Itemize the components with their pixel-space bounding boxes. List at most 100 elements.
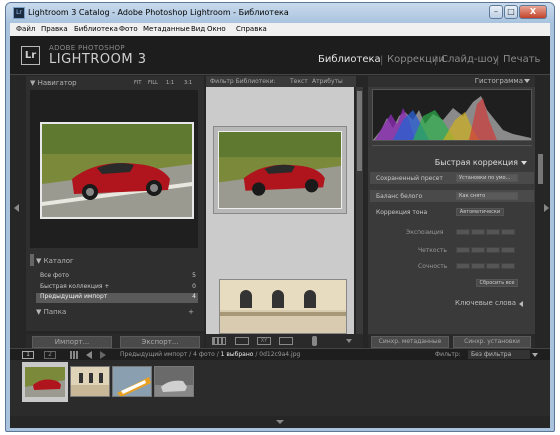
menu-edit[interactable]: Правка bbox=[41, 25, 68, 33]
menu-library[interactable]: Библиотека bbox=[74, 25, 118, 33]
grid-cell[interactable] bbox=[219, 279, 347, 334]
catalog-item-label: Предыдущий импорт bbox=[40, 293, 108, 300]
painter-icon[interactable] bbox=[312, 336, 317, 346]
grid-thumbnail bbox=[218, 131, 342, 209]
filmstrip-thumb-selected[interactable] bbox=[22, 362, 68, 402]
collapse-right-icon[interactable] bbox=[544, 204, 549, 212]
grid-icon[interactable] bbox=[70, 351, 78, 359]
vibrance-down[interactable] bbox=[471, 263, 485, 269]
keywords-header[interactable]: Ключевые слова bbox=[368, 298, 528, 309]
clarity-up-big[interactable] bbox=[501, 247, 515, 253]
navigator-header[interactable]: ▼ Навигатор FIT FILL 1:1 3:1 bbox=[30, 78, 198, 89]
catalog-item[interactable]: Все фото 5 bbox=[40, 272, 198, 279]
grid-scrollbar-thumb[interactable] bbox=[357, 91, 362, 171]
close-button[interactable]: X bbox=[519, 5, 547, 19]
collapse-triangle-icon: ▼ bbox=[36, 308, 44, 316]
catalog-item[interactable]: Быстрая коллекция + 0 bbox=[40, 283, 198, 290]
lightroom-workspace: Lr ADOBE PHOTOSHOP LIGHTROOM 3 Библиотек… bbox=[10, 36, 550, 428]
left-scrollbar[interactable] bbox=[30, 254, 34, 266]
import-button[interactable]: Импорт... bbox=[32, 336, 112, 348]
catalog-item-count: 5 bbox=[192, 272, 196, 279]
exposure-up-big[interactable] bbox=[501, 229, 515, 235]
quick-develop-header[interactable]: Быстрая коррекция bbox=[368, 157, 528, 169]
preset-select[interactable]: Установки по умо... bbox=[456, 174, 518, 182]
histogram-header[interactable]: Гистограмма bbox=[368, 76, 535, 87]
zoom-3-1[interactable]: 3:1 bbox=[184, 78, 192, 89]
folders-title: Папка bbox=[43, 308, 67, 316]
sync-metadata-button[interactable]: Синхр. метаданные bbox=[371, 336, 449, 348]
clarity-up[interactable] bbox=[486, 247, 500, 253]
expand-triangle-icon[interactable] bbox=[519, 301, 523, 307]
right-scrollbar[interactable] bbox=[538, 154, 543, 184]
histogram-title: Гистограмма bbox=[474, 77, 523, 85]
collapse-triangle-icon[interactable] bbox=[521, 161, 527, 165]
module-separator: | bbox=[434, 55, 438, 66]
collapse-bottom-icon[interactable] bbox=[276, 420, 284, 424]
vibrance-up[interactable] bbox=[486, 263, 500, 269]
filter-select[interactable]: Без фильтра bbox=[468, 350, 530, 359]
menu-file[interactable]: Файл bbox=[16, 25, 35, 33]
exposure-up[interactable] bbox=[486, 229, 500, 235]
toolbar-menu-icon[interactable] bbox=[346, 339, 352, 343]
vibrance-up-big[interactable] bbox=[501, 263, 515, 269]
catalog-item-label: Все фото bbox=[40, 272, 69, 279]
grid-view-icon[interactable] bbox=[212, 337, 226, 345]
exposure-down[interactable] bbox=[471, 229, 485, 235]
filter-dropdown-icon[interactable] bbox=[532, 353, 538, 357]
folders-header[interactable]: ▼ Папка + bbox=[36, 307, 198, 318]
vibrance-label: Сочность bbox=[418, 263, 448, 270]
compare-view-icon[interactable]: XY bbox=[257, 337, 271, 345]
grid-cell-selected[interactable] bbox=[213, 126, 347, 214]
catalog-item-selected[interactable]: Предыдущий импорт 4 bbox=[36, 293, 198, 303]
collapse-triangle-icon: ▼ bbox=[30, 79, 38, 87]
export-button[interactable]: Экспорт... bbox=[120, 336, 200, 348]
status-filename: / 0d12c9a4.jpg bbox=[253, 351, 301, 358]
navigator-photo[interactable] bbox=[40, 122, 194, 219]
menu-help[interactable]: Справка bbox=[236, 25, 267, 33]
keywords-title: Ключевые слова bbox=[455, 299, 516, 307]
screen-2-button[interactable]: 2 bbox=[44, 351, 56, 359]
vibrance-down-big[interactable] bbox=[456, 263, 470, 269]
zoom-1-1[interactable]: 1:1 bbox=[166, 78, 174, 89]
filter-tab-text[interactable]: Текст bbox=[290, 76, 308, 87]
module-header: Lr ADOBE PHOTOSHOP LIGHTROOM 3 Библиотек… bbox=[10, 36, 550, 75]
filmstrip-thumb[interactable] bbox=[154, 366, 194, 397]
menu-window[interactable]: Окно bbox=[207, 25, 226, 33]
filmstrip-thumb[interactable] bbox=[112, 366, 152, 397]
filmstrip-source[interactable]: Предыдущий импорт / 4 фото / 1 выбрано /… bbox=[120, 351, 300, 358]
menu-metadata[interactable]: Метаданные bbox=[143, 25, 190, 33]
collapse-triangle-icon[interactable] bbox=[524, 79, 530, 83]
catalog-item-label: Быстрая коллекция + bbox=[40, 283, 110, 290]
auto-tone-button[interactable]: Автоматически bbox=[456, 208, 504, 216]
catalog-header[interactable]: ▼ Каталог bbox=[36, 256, 198, 267]
filmstrip-thumb[interactable] bbox=[70, 366, 110, 397]
menu-photo[interactable]: Фото bbox=[119, 25, 138, 33]
navigator-title: Навигатор bbox=[37, 79, 77, 87]
zoom-fit[interactable]: FIT bbox=[134, 78, 141, 89]
survey-view-icon[interactable] bbox=[279, 337, 293, 345]
minimize-button[interactable]: – bbox=[489, 5, 503, 19]
module-library[interactable]: Библиотека bbox=[318, 54, 381, 65]
zoom-fill[interactable]: FILL bbox=[148, 78, 158, 89]
clarity-down-big[interactable] bbox=[456, 247, 470, 253]
loupe-view-icon[interactable] bbox=[235, 337, 249, 345]
reset-all-button[interactable]: Сбросить все bbox=[476, 279, 518, 287]
forward-arrow-icon[interactable] bbox=[100, 351, 106, 359]
add-folder-icon[interactable]: + bbox=[188, 307, 194, 318]
back-arrow-icon[interactable] bbox=[86, 351, 92, 359]
exposure-down-big[interactable] bbox=[456, 229, 470, 235]
menu-view[interactable]: Вид bbox=[191, 25, 205, 33]
maximize-button[interactable]: □ bbox=[504, 5, 518, 19]
lr-logo: Lr bbox=[21, 46, 40, 65]
module-slideshow[interactable]: Слайд-шоу bbox=[441, 54, 499, 65]
module-print[interactable]: Печать bbox=[503, 54, 540, 65]
library-filter-bar: Фильтр Библиотеки: Текст Атрибуты bbox=[206, 76, 356, 87]
catalog-title: Каталог bbox=[43, 257, 74, 265]
collapse-left-icon[interactable] bbox=[14, 204, 19, 212]
menu-bar: Файл Правка Библиотека Фото Метаданные В… bbox=[10, 23, 550, 36]
filter-tab-attributes[interactable]: Атрибуты bbox=[312, 76, 343, 87]
white-balance-select[interactable]: Как снято bbox=[456, 192, 518, 200]
clarity-down[interactable] bbox=[471, 247, 485, 253]
sync-settings-button[interactable]: Синхр. установки bbox=[453, 336, 531, 348]
screen-1-button[interactable]: 1 bbox=[22, 351, 34, 359]
